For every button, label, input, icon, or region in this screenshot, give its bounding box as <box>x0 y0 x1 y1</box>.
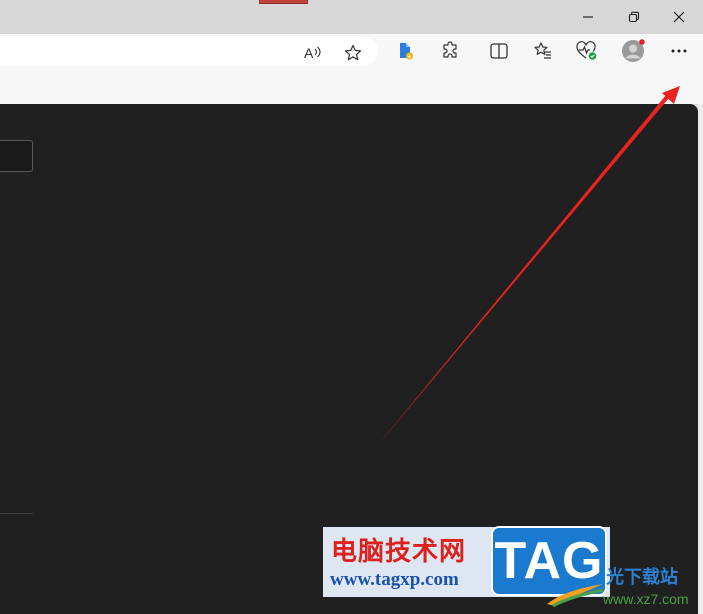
annotation-arrow <box>377 86 680 446</box>
watermark-url: www.tagxp.com <box>330 569 459 590</box>
watermark-download-text: 光下载站 <box>606 567 678 588</box>
watermark-swoosh-icon <box>547 584 604 608</box>
watermark-site-name: 电脑技术网 <box>331 537 467 567</box>
arrow-shaft <box>377 95 669 446</box>
watermark-download-url: www.xz7.com <box>603 591 689 607</box>
